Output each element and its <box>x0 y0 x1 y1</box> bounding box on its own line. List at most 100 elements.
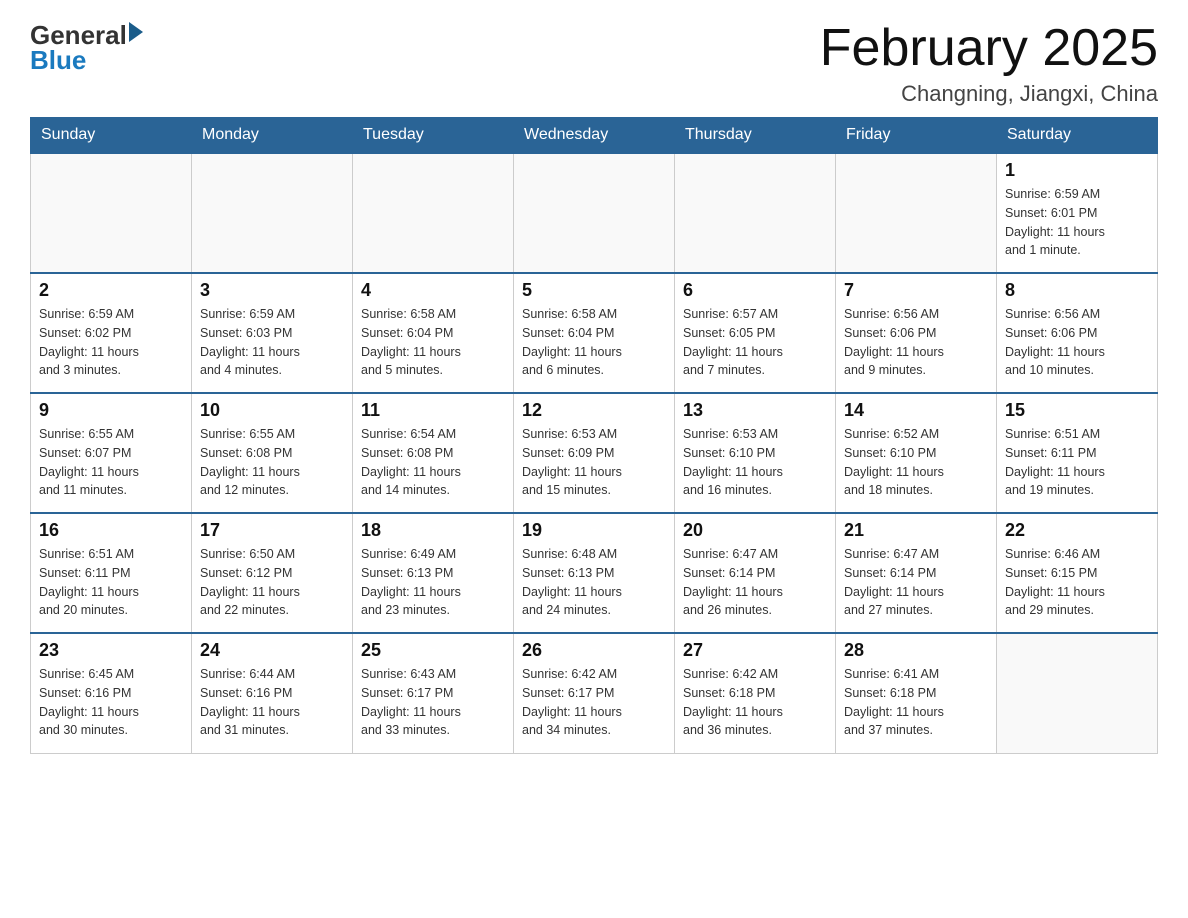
day-number: 25 <box>361 640 505 661</box>
day-number: 12 <box>522 400 666 421</box>
day-number: 5 <box>522 280 666 301</box>
col-header-sunday: Sunday <box>31 118 192 154</box>
month-title: February 2025 <box>820 20 1158 77</box>
day-info: Sunrise: 6:53 AM Sunset: 6:10 PM Dayligh… <box>683 425 827 500</box>
calendar-cell: 11 Sunrise: 6:54 AM Sunset: 6:08 PM Dayli… <box>353 393 514 513</box>
day-number: 15 <box>1005 400 1149 421</box>
day-info: Sunrise: 6:45 AM Sunset: 6:16 PM Dayligh… <box>39 665 183 740</box>
calendar-cell: 27 Sunrise: 6:42 AM Sunset: 6:18 PM Dayli… <box>675 633 836 753</box>
calendar-cell: 14Sunrise: 6:52 AM Sunset: 6:10 PM Dayli… <box>836 393 997 513</box>
calendar-cell: 28 Sunrise: 6:41 AM Sunset: 6:18 PM Dayli… <box>836 633 997 753</box>
day-info: Sunrise: 6:59 AM Sunset: 6:01 PM Dayligh… <box>1005 185 1149 260</box>
day-info: Sunrise: 6:49 AM Sunset: 6:13 PM Dayligh… <box>361 545 505 620</box>
day-number: 10 <box>200 400 344 421</box>
day-number: 13 <box>683 400 827 421</box>
day-info: Sunrise: 6:58 AM Sunset: 6:04 PM Dayligh… <box>522 305 666 380</box>
calendar-cell: 9 Sunrise: 6:55 AM Sunset: 6:07 PM Daylig… <box>31 393 192 513</box>
day-info: Sunrise: 6:47 AM Sunset: 6:14 PM Dayligh… <box>683 545 827 620</box>
day-info: Sunrise: 6:52 AM Sunset: 6:10 PM Dayligh… <box>844 425 988 500</box>
location-title: Changning, Jiangxi, China <box>820 81 1158 107</box>
day-number: 21 <box>844 520 988 541</box>
day-info: Sunrise: 6:48 AM Sunset: 6:13 PM Dayligh… <box>522 545 666 620</box>
day-info: Sunrise: 6:59 AM Sunset: 6:03 PM Dayligh… <box>200 305 344 380</box>
day-number: 24 <box>200 640 344 661</box>
day-number: 6 <box>683 280 827 301</box>
day-number: 16 <box>39 520 183 541</box>
day-number: 28 <box>844 640 988 661</box>
week-row-4: 16 Sunrise: 6:51 AM Sunset: 6:11 PM Dayli… <box>31 513 1158 633</box>
day-number: 22 <box>1005 520 1149 541</box>
day-number: 7 <box>844 280 988 301</box>
week-row-3: 9 Sunrise: 6:55 AM Sunset: 6:07 PM Daylig… <box>31 393 1158 513</box>
calendar-cell: 13 Sunrise: 6:53 AM Sunset: 6:10 PM Dayli… <box>675 393 836 513</box>
day-info: Sunrise: 6:57 AM Sunset: 6:05 PM Dayligh… <box>683 305 827 380</box>
day-number: 11 <box>361 400 505 421</box>
calendar-cell <box>675 153 836 273</box>
day-info: Sunrise: 6:54 AM Sunset: 6:08 PM Dayligh… <box>361 425 505 500</box>
day-info: Sunrise: 6:43 AM Sunset: 6:17 PM Dayligh… <box>361 665 505 740</box>
day-info: Sunrise: 6:42 AM Sunset: 6:18 PM Dayligh… <box>683 665 827 740</box>
calendar-cell: 12 Sunrise: 6:53 AM Sunset: 6:09 PM Dayli… <box>514 393 675 513</box>
day-info: Sunrise: 6:55 AM Sunset: 6:07 PM Dayligh… <box>39 425 183 500</box>
calendar-cell: 22 Sunrise: 6:46 AM Sunset: 6:15 PM Dayli… <box>997 513 1158 633</box>
week-row-2: 2Sunrise: 6:59 AM Sunset: 6:02 PM Daylig… <box>31 273 1158 393</box>
calendar-cell: 18 Sunrise: 6:49 AM Sunset: 6:13 PM Dayli… <box>353 513 514 633</box>
calendar-cell: 17 Sunrise: 6:50 AM Sunset: 6:12 PM Dayli… <box>192 513 353 633</box>
day-info: Sunrise: 6:44 AM Sunset: 6:16 PM Dayligh… <box>200 665 344 740</box>
col-header-wednesday: Wednesday <box>514 118 675 154</box>
day-info: Sunrise: 6:51 AM Sunset: 6:11 PM Dayligh… <box>39 545 183 620</box>
day-info: Sunrise: 6:56 AM Sunset: 6:06 PM Dayligh… <box>1005 305 1149 380</box>
calendar-cell: 19 Sunrise: 6:48 AM Sunset: 6:13 PM Dayli… <box>514 513 675 633</box>
logo: General Blue <box>30 20 143 76</box>
page-header: General Blue February 2025 Changning, Ji… <box>30 20 1158 107</box>
calendar-cell <box>353 153 514 273</box>
calendar-cell: 16 Sunrise: 6:51 AM Sunset: 6:11 PM Dayli… <box>31 513 192 633</box>
day-number: 4 <box>361 280 505 301</box>
calendar-cell: 1 Sunrise: 6:59 AM Sunset: 6:01 PM Daylig… <box>997 153 1158 273</box>
day-number: 19 <box>522 520 666 541</box>
calendar-cell: 10 Sunrise: 6:55 AM Sunset: 6:08 PM Dayli… <box>192 393 353 513</box>
calendar-cell: 2Sunrise: 6:59 AM Sunset: 6:02 PM Daylig… <box>31 273 192 393</box>
calendar-cell: 26 Sunrise: 6:42 AM Sunset: 6:17 PM Dayli… <box>514 633 675 753</box>
title-block: February 2025 Changning, Jiangxi, China <box>820 20 1158 107</box>
day-number: 20 <box>683 520 827 541</box>
col-header-monday: Monday <box>192 118 353 154</box>
day-number: 27 <box>683 640 827 661</box>
day-info: Sunrise: 6:46 AM Sunset: 6:15 PM Dayligh… <box>1005 545 1149 620</box>
calendar-cell: 8 Sunrise: 6:56 AM Sunset: 6:06 PM Daylig… <box>997 273 1158 393</box>
week-row-1: 1 Sunrise: 6:59 AM Sunset: 6:01 PM Daylig… <box>31 153 1158 273</box>
calendar-cell: 3 Sunrise: 6:59 AM Sunset: 6:03 PM Daylig… <box>192 273 353 393</box>
day-info: Sunrise: 6:53 AM Sunset: 6:09 PM Dayligh… <box>522 425 666 500</box>
calendar-cell: 23 Sunrise: 6:45 AM Sunset: 6:16 PM Dayli… <box>31 633 192 753</box>
week-row-5: 23 Sunrise: 6:45 AM Sunset: 6:16 PM Dayli… <box>31 633 1158 753</box>
day-number: 18 <box>361 520 505 541</box>
day-number: 3 <box>200 280 344 301</box>
day-info: Sunrise: 6:51 AM Sunset: 6:11 PM Dayligh… <box>1005 425 1149 500</box>
logo-arrow-icon <box>129 22 143 42</box>
calendar-cell: 6 Sunrise: 6:57 AM Sunset: 6:05 PM Daylig… <box>675 273 836 393</box>
calendar-cell: 21 Sunrise: 6:47 AM Sunset: 6:14 PM Dayli… <box>836 513 997 633</box>
calendar-cell: 20 Sunrise: 6:47 AM Sunset: 6:14 PM Dayli… <box>675 513 836 633</box>
day-number: 17 <box>200 520 344 541</box>
day-info: Sunrise: 6:59 AM Sunset: 6:02 PM Dayligh… <box>39 305 183 380</box>
calendar-cell <box>514 153 675 273</box>
logo-blue-text: Blue <box>30 45 143 76</box>
day-number: 26 <box>522 640 666 661</box>
day-number: 8 <box>1005 280 1149 301</box>
day-info: Sunrise: 6:50 AM Sunset: 6:12 PM Dayligh… <box>200 545 344 620</box>
col-header-friday: Friday <box>836 118 997 154</box>
calendar-cell: 15 Sunrise: 6:51 AM Sunset: 6:11 PM Dayli… <box>997 393 1158 513</box>
col-header-thursday: Thursday <box>675 118 836 154</box>
day-info: Sunrise: 6:55 AM Sunset: 6:08 PM Dayligh… <box>200 425 344 500</box>
day-number: 9 <box>39 400 183 421</box>
col-header-saturday: Saturday <box>997 118 1158 154</box>
calendar-cell: 25 Sunrise: 6:43 AM Sunset: 6:17 PM Dayli… <box>353 633 514 753</box>
day-number: 1 <box>1005 160 1149 181</box>
day-info: Sunrise: 6:42 AM Sunset: 6:17 PM Dayligh… <box>522 665 666 740</box>
day-info: Sunrise: 6:56 AM Sunset: 6:06 PM Dayligh… <box>844 305 988 380</box>
day-info: Sunrise: 6:41 AM Sunset: 6:18 PM Dayligh… <box>844 665 988 740</box>
calendar-table: SundayMondayTuesdayWednesdayThursdayFrid… <box>30 117 1158 754</box>
calendar-cell <box>31 153 192 273</box>
day-info: Sunrise: 6:47 AM Sunset: 6:14 PM Dayligh… <box>844 545 988 620</box>
day-number: 23 <box>39 640 183 661</box>
